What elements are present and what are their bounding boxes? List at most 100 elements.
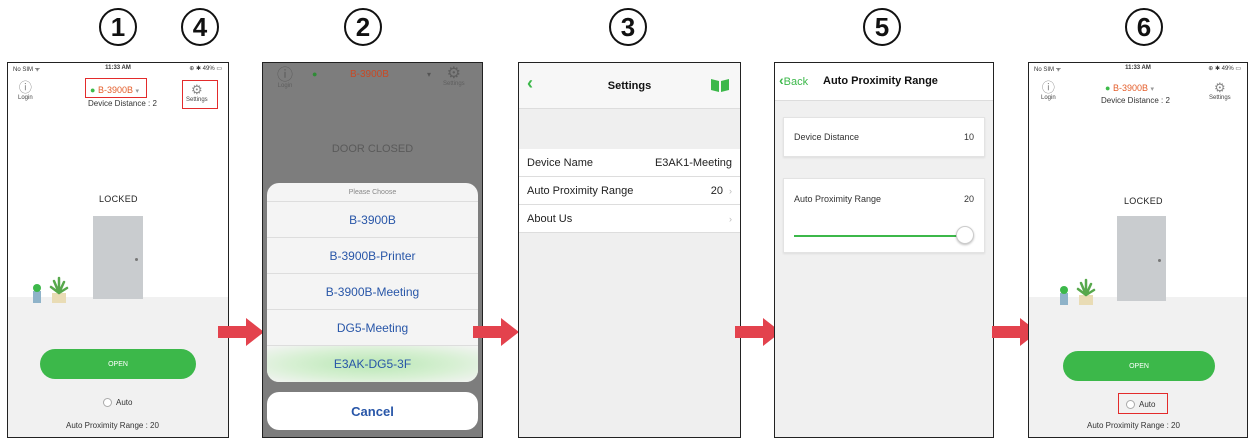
step-number-2: 2 (344, 8, 382, 46)
step-number-6: 6 (1125, 8, 1163, 46)
range-slider[interactable] (794, 226, 974, 244)
carrier-status: No SIM ᯤ (13, 67, 41, 73)
about-us-row[interactable]: About Us › (519, 205, 740, 233)
option-suffix: -Meeting (372, 284, 420, 299)
picker-option-selected[interactable]: E3AK-DG5-3F (267, 346, 478, 382)
plant-icon (1060, 278, 1096, 305)
page-title: Settings (607, 80, 652, 92)
login-label: Login (277, 83, 293, 89)
settings-button-dimmed: ⚙ Settings (443, 65, 465, 88)
row-label: Auto Proximity Range (527, 184, 634, 197)
device-distance: Device Distance : 2 (88, 99, 157, 108)
chevron-down-icon: ▾ (1150, 86, 1155, 93)
auto-proximity-range-text: Auto Proximity Range : 20 (1087, 421, 1180, 430)
option-suffix: -Printer (376, 248, 416, 263)
status-bar: No SIM ᯤ 11:33 AM ⊕ ✱ 49% ▭ (8, 65, 228, 75)
battery-status: ⊕ ✱ 49% ▭ (1208, 66, 1241, 72)
device-name-dimmed: B-3900B (350, 69, 389, 80)
step-number-5: 5 (863, 8, 901, 46)
device-name-row[interactable]: Device Name E3AK1-Meeting (519, 149, 740, 177)
gear-icon: ⚙ (446, 65, 462, 82)
device-name: B-3900B (1112, 83, 1148, 93)
option-name: DG5-Meeting (336, 320, 409, 335)
step-number-4: 4 (181, 8, 219, 46)
row-label: About Us (527, 212, 573, 225)
chevron-right-icon: › (729, 213, 732, 224)
battery-status: ⊕ ✱ 49% ▭ (189, 66, 222, 72)
picker-option[interactable]: B-3900B -Printer (267, 238, 478, 274)
page-title: Auto Proximity Range (823, 75, 938, 87)
picker-option[interactable]: B-3900B (267, 202, 478, 238)
status-time: 11:33 AM (1125, 65, 1151, 71)
cancel-button[interactable]: Cancel (267, 392, 478, 430)
picker-sheet: Please Choose B-3900B B-3900B -Printer B-… (267, 183, 478, 382)
device-selector[interactable]: ● B-3900B ▾ (1105, 83, 1154, 93)
settings-button[interactable]: ⚙ Settings (1209, 80, 1231, 102)
auto-highlight (1118, 393, 1168, 414)
phone-home-screen-auto: No SIM ᯤ 11:33 AM ⊕ ✱ 49% ▭ ⓘ Login ● B-… (1028, 62, 1248, 438)
device-distance: Device Distance : 2 (1101, 96, 1170, 105)
phone-device-picker: ⓘ Login ● B-3900B ▾ ⚙ Settings DOOR CLOS… (262, 62, 483, 438)
auto-label: Auto (116, 398, 133, 407)
phone-home-screen: No SIM ᯤ 11:33 AM ⊕ ✱ 49% ▭ ⓘ Login ● B-… (7, 62, 229, 438)
plant-icon (33, 276, 69, 303)
step-number-3: 3 (609, 8, 647, 46)
nav-bar: ‹Back Auto Proximity Range (775, 63, 993, 101)
auto-radio[interactable] (103, 398, 112, 407)
auto-proximity-range-row[interactable]: Auto Proximity Range 20 › (519, 177, 740, 205)
picker-option[interactable]: B-3900B -Meeting (267, 274, 478, 310)
login-button-dimmed: ⓘ Login (277, 67, 294, 90)
option-name: B-3900B (349, 212, 396, 227)
phone-auto-proximity-range: ‹Back Auto Proximity Range Device Distan… (774, 62, 994, 438)
back-button[interactable]: ‹Back (779, 72, 808, 88)
gear-icon: ⚙ (1214, 80, 1226, 95)
status-bar: No SIM ᯤ 11:33 AM ⊕ ✱ 49% ▭ (1029, 65, 1247, 75)
auto-toggle[interactable]: Auto (103, 398, 132, 407)
option-name: E3AK-DG5-3F (333, 357, 412, 371)
device-distance-value: 10 (963, 132, 974, 142)
carrier-status: No SIM ᯤ (1034, 67, 1062, 73)
device-distance-label: Device Distance (794, 132, 860, 142)
login-button[interactable]: ⓘ Login (1041, 80, 1056, 102)
status-time: 11:33 AM (105, 65, 131, 71)
info-icon: ⓘ (1041, 80, 1055, 95)
row-value: 20 (710, 184, 723, 197)
settings-highlight (182, 80, 218, 109)
settings-label: Settings (1209, 95, 1231, 101)
nav-bar: ‹ Settings (519, 63, 740, 109)
lock-status: LOCKED (99, 194, 138, 204)
phone-settings: ‹ Settings Device Name E3AK1-Meeting Aut… (518, 62, 741, 438)
open-button[interactable]: OPEN (1063, 351, 1215, 381)
slider-thumb[interactable] (956, 226, 974, 244)
row-label: Device Name (527, 156, 594, 169)
connected-dot-icon: ● (312, 69, 318, 79)
chevron-down-icon: ▾ (427, 70, 432, 79)
door-icon (93, 216, 143, 299)
apr-value: 20 (963, 194, 974, 204)
apr-label: Auto Proximity Range (794, 194, 882, 204)
door-status: DOOR CLOSED (331, 143, 414, 155)
row-value: E3AK1-Meeting (654, 156, 732, 169)
auto-proximity-range-text: Auto Proximity Range : 20 (66, 421, 159, 430)
device-distance-card: Device Distance 10 (783, 117, 985, 157)
slider-track (794, 235, 966, 237)
arrow-right-icon (473, 318, 519, 346)
option-name: B-3900B (329, 248, 377, 263)
lock-status: LOCKED (1124, 196, 1163, 206)
login-button[interactable]: ⓘ Login (18, 80, 33, 102)
open-button[interactable]: OPEN (40, 349, 196, 379)
book-icon[interactable] (710, 77, 730, 93)
step-number-1: 1 (99, 8, 137, 46)
settings-label: Settings (443, 81, 465, 87)
door-icon (1117, 216, 1166, 301)
back-label: Back (783, 76, 809, 88)
arrow-right-icon (218, 318, 264, 346)
info-icon: ⓘ (18, 80, 32, 95)
info-icon: ⓘ (277, 67, 294, 84)
picker-title: Please Choose (267, 183, 478, 202)
connected-dot-icon: ● (1105, 83, 1111, 93)
device-selector-highlight (85, 78, 147, 98)
picker-option[interactable]: DG5-Meeting (267, 310, 478, 346)
option-name: B-3900B (325, 284, 373, 299)
auto-proximity-range-card: Auto Proximity Range 20 (783, 178, 985, 253)
